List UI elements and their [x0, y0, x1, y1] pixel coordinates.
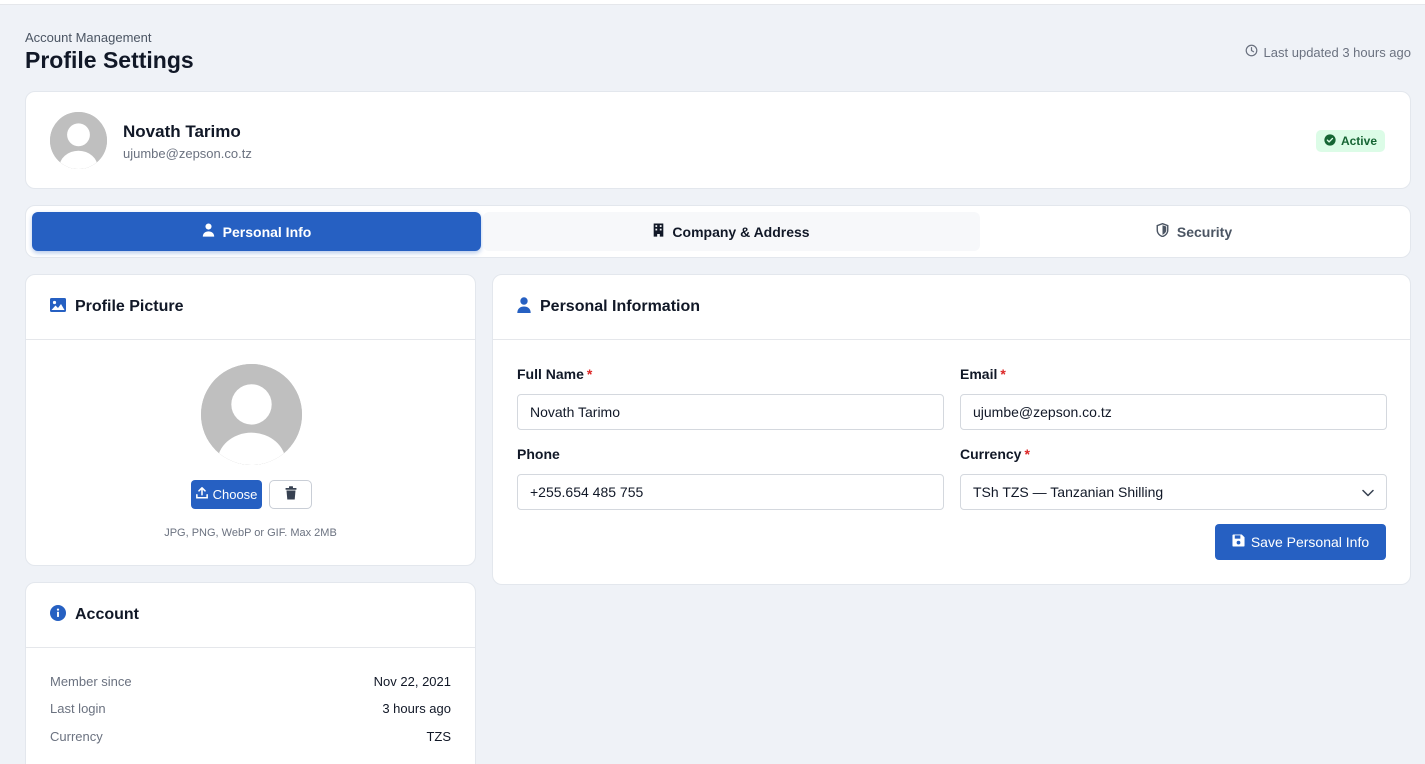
account-row-last-login: Last login 3 hours ago	[50, 701, 451, 716]
currency-select-value: TSh TZS — Tanzanian Shilling	[973, 484, 1164, 500]
profile-email: ujumbe@zepson.co.tz	[123, 146, 252, 161]
upload-icon	[195, 487, 208, 502]
profile-picture-card: Profile Picture Choose JPG, PNG, WebP or…	[25, 274, 476, 566]
member-since-value: Nov 22, 2021	[373, 674, 451, 689]
email-label: Email *	[960, 366, 1006, 382]
last-login-value: 3 hours ago	[382, 701, 451, 716]
save-personal-info-label: Save Personal Info	[1250, 534, 1370, 550]
chevron-down-icon	[1362, 484, 1374, 500]
personal-information-title: Personal Information	[540, 298, 701, 315]
avatar	[50, 112, 107, 169]
profile-picture-header: Profile Picture	[26, 275, 475, 340]
currency-value: TZS	[426, 729, 451, 744]
last-login-label: Last login	[50, 701, 106, 716]
building-icon	[653, 223, 664, 240]
required-mark: *	[586, 366, 593, 382]
tab-personal-info-label: Personal Info	[222, 223, 312, 240]
user-icon	[202, 223, 215, 240]
save-icon	[1232, 534, 1245, 550]
currency-field-label: Currency *	[960, 446, 1030, 462]
save-personal-info-button[interactable]: Save Personal Info	[1215, 524, 1386, 560]
choose-picture-button[interactable]: Choose	[191, 480, 262, 509]
last-updated-text: Last updated 3 hours ago	[1263, 44, 1411, 60]
account-header: Account	[26, 583, 475, 648]
currency-field: Currency * TSh TZS — Tanzanian Shilling	[960, 446, 1387, 510]
choose-picture-label: Choose	[212, 487, 258, 502]
picture-hint: JPG, PNG, WebP or GIF. Max 2MB	[164, 527, 337, 539]
tabs-bar: Personal Info Company & Address Security	[25, 205, 1411, 258]
tab-company-address-label: Company & Address	[672, 223, 810, 240]
member-since-label: Member since	[50, 674, 132, 689]
tab-company-address[interactable]: Company & Address	[483, 212, 980, 251]
profile-summary-card: Novath Tarimo ujumbe@zepson.co.tz Active	[25, 91, 1411, 189]
required-mark: *	[1024, 446, 1030, 462]
delete-picture-button[interactable]	[269, 480, 312, 509]
check-circle-icon	[1324, 133, 1336, 149]
full-name-label: Full Name *	[517, 366, 593, 382]
full-name-input[interactable]: Novath Tarimo	[517, 394, 944, 430]
trash-icon	[285, 486, 297, 503]
personal-information-card: Personal Information Full Name * Novath T…	[492, 274, 1411, 585]
image-icon	[50, 297, 66, 317]
currency-select[interactable]: TSh TZS — Tanzanian Shilling	[960, 474, 1387, 510]
currency-label: Currency	[50, 729, 103, 744]
phone-label: Phone	[517, 446, 560, 462]
last-updated: Last updated 3 hours ago	[1245, 44, 1411, 60]
personal-information-header: Personal Information	[493, 275, 1410, 340]
profile-name: Novath Tarimo	[123, 122, 241, 141]
account-row-currency: Currency TZS	[50, 729, 451, 744]
info-icon	[50, 604, 66, 626]
tab-personal-info[interactable]: Personal Info	[32, 212, 481, 251]
full-name-field: Full Name * Novath Tarimo	[517, 366, 944, 430]
top-bar	[0, 0, 1425, 5]
status-badge: Active	[1315, 130, 1385, 152]
tab-security[interactable]: Security	[982, 212, 1406, 251]
clock-icon	[1245, 44, 1258, 60]
profile-picture-preview	[201, 364, 302, 465]
email-input[interactable]: ujumbe@zepson.co.tz	[960, 394, 1387, 430]
phone-field: Phone +255.654 485 755	[517, 446, 944, 510]
user-icon	[517, 296, 531, 318]
breadcrumb: Account Management	[25, 30, 152, 45]
account-row-member-since: Member since Nov 22, 2021	[50, 674, 451, 689]
account-title: Account	[75, 606, 139, 623]
page-header: Account Management Profile Settings Last…	[25, 30, 1411, 80]
status-badge-label: Active	[1340, 134, 1377, 148]
account-card: Account Member since Nov 22, 2021 Last l…	[25, 582, 476, 764]
email-field: Email * ujumbe@zepson.co.tz	[960, 366, 1387, 430]
required-mark: *	[1000, 366, 1006, 382]
shield-icon	[1156, 222, 1169, 240]
profile-picture-title: Profile Picture	[75, 298, 184, 315]
tab-security-label: Security	[1176, 223, 1233, 240]
page-title: Profile Settings	[25, 47, 194, 73]
phone-input[interactable]: +255.654 485 755	[517, 474, 944, 510]
